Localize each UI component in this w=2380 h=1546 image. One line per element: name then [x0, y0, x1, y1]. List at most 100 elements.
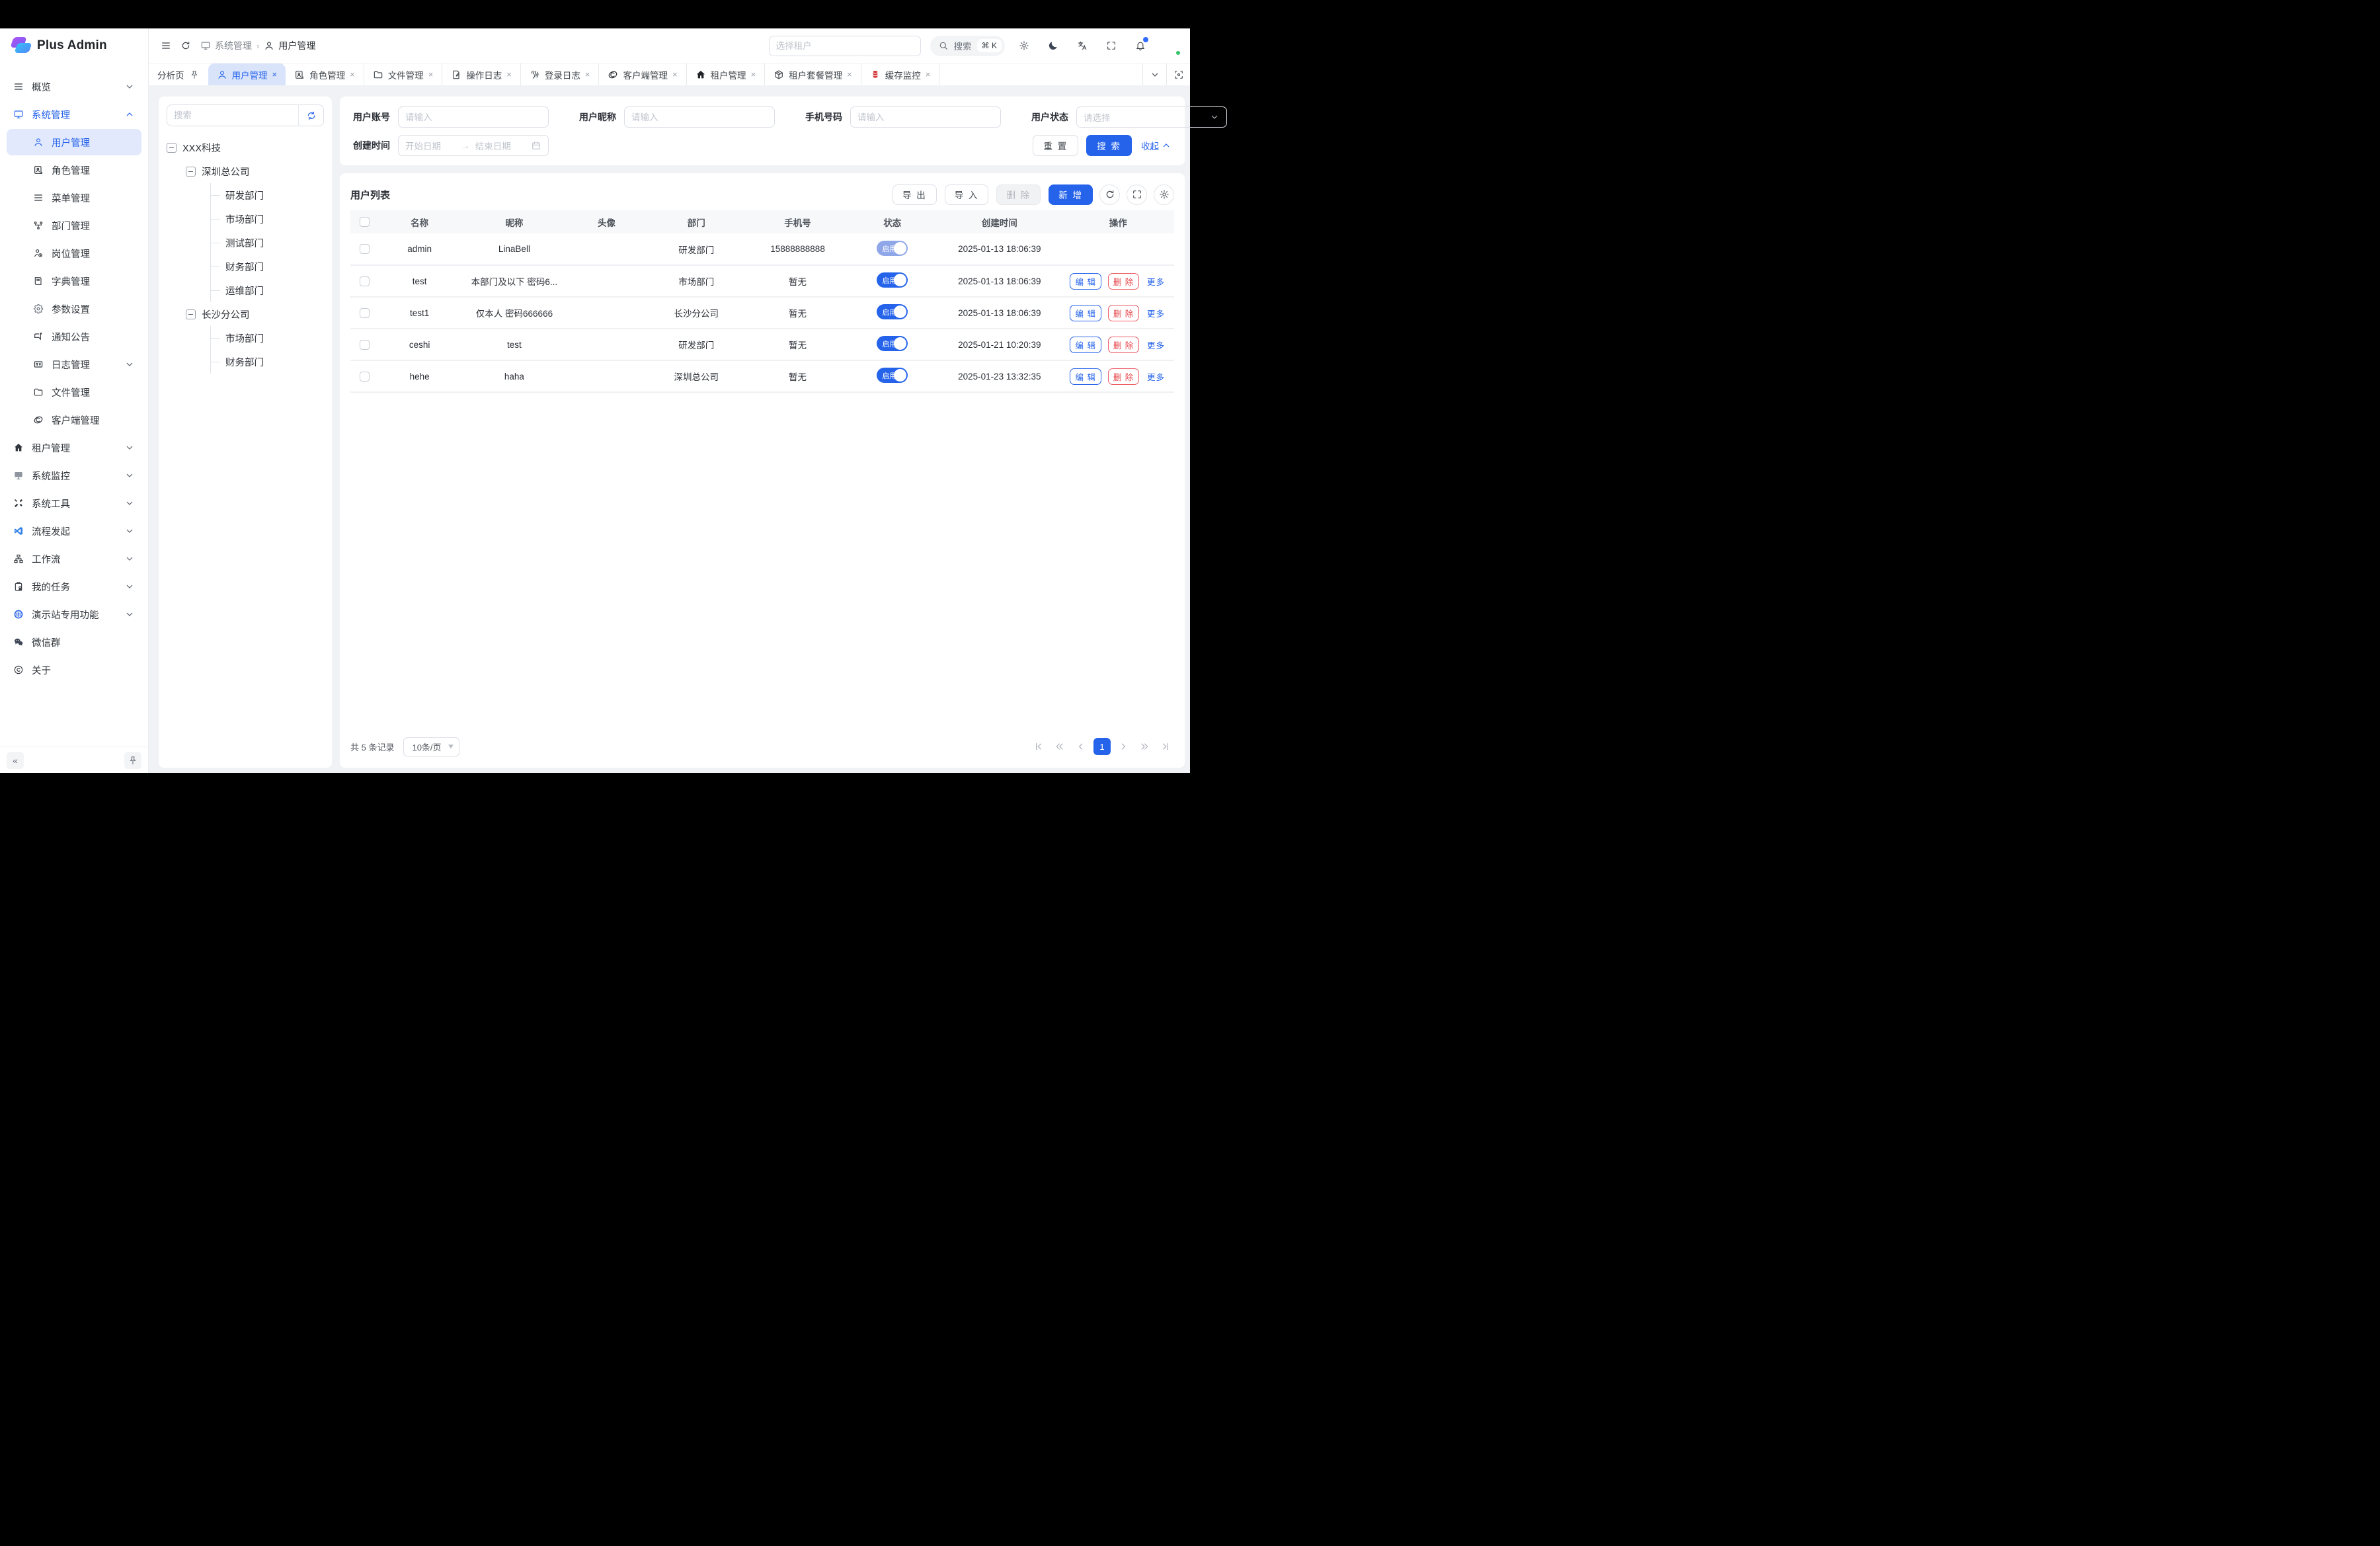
collapse-square-icon[interactable]: [186, 309, 196, 319]
tab-analysis[interactable]: 分析页: [149, 63, 208, 85]
more-button[interactable]: 更多: [1146, 305, 1166, 321]
tree-search-input[interactable]: [167, 105, 298, 126]
notifications-button[interactable]: [1130, 36, 1150, 56]
status-toggle[interactable]: 启用: [877, 336, 908, 351]
row-checkbox[interactable]: [360, 244, 370, 254]
sidebar-item-menu-mgmt[interactable]: 菜单管理: [7, 184, 141, 211]
delete-row-button[interactable]: 删 除: [1108, 337, 1139, 353]
next-page-button[interactable]: [1115, 738, 1132, 755]
tab-operation-log[interactable]: 操作日志 ×: [442, 63, 521, 85]
close-icon[interactable]: ×: [926, 69, 931, 79]
edit-button[interactable]: 编 辑: [1070, 368, 1101, 385]
close-icon[interactable]: ×: [506, 69, 512, 79]
tab-tenant-package-mgmt[interactable]: 租户套餐管理 ×: [765, 63, 861, 85]
row-checkbox[interactable]: [360, 340, 370, 350]
delete-row-button[interactable]: 删 除: [1108, 305, 1139, 321]
sidebar-item-workflow[interactable]: 工作流: [7, 546, 141, 572]
tab-cache-monitor[interactable]: 缓存监控 ×: [861, 63, 940, 85]
sidebar-item-system-monitor[interactable]: 系统监控: [7, 462, 141, 489]
sidebar-pin-button[interactable]: [124, 752, 141, 769]
tree-node-shenzhen-hq[interactable]: 深圳总公司: [186, 159, 324, 183]
global-search-button[interactable]: 搜索 ⌘ K: [930, 36, 1005, 56]
status-toggle[interactable]: 启用: [877, 272, 908, 288]
import-button[interactable]: 导 入: [945, 184, 989, 205]
delete-row-button[interactable]: 删 除: [1108, 273, 1139, 290]
page-size-select[interactable]: 10条/页: [403, 737, 459, 756]
tab-login-log[interactable]: 登录日志 ×: [521, 63, 600, 85]
delete-row-button[interactable]: 删 除: [1108, 368, 1139, 385]
tab-client-mgmt[interactable]: 客户端管理 ×: [599, 63, 686, 85]
settings-button[interactable]: [1014, 36, 1034, 56]
tree-node-company[interactable]: XXX科技: [167, 136, 324, 159]
close-icon[interactable]: ×: [585, 69, 590, 79]
dark-mode-button[interactable]: [1043, 36, 1063, 56]
prev-page-button[interactable]: [1072, 738, 1090, 755]
table-fullscreen-button[interactable]: [1127, 184, 1147, 205]
sidebar-item-overview[interactable]: 概览: [7, 73, 141, 100]
sidebar-item-file-mgmt[interactable]: 文件管理: [7, 379, 141, 405]
export-button[interactable]: 导 出: [892, 184, 937, 205]
sidebar-toggle-button[interactable]: [161, 40, 171, 51]
sidebar-item-dept-mgmt[interactable]: 部门管理: [7, 212, 141, 239]
status-select[interactable]: 请选择: [1076, 106, 1227, 128]
sidebar-item-param-settings[interactable]: 参数设置: [7, 296, 141, 322]
first-page-button[interactable]: [1030, 738, 1047, 755]
last-page-button[interactable]: [1157, 738, 1174, 755]
sidebar-item-system-mgmt[interactable]: 系统管理: [7, 101, 141, 128]
search-button[interactable]: 搜 索: [1086, 135, 1132, 156]
reset-button[interactable]: 重 置: [1033, 135, 1078, 156]
status-toggle[interactable]: 启用: [877, 368, 908, 383]
sidebar-item-log-mgmt[interactable]: 日志管理: [7, 351, 141, 378]
collapse-square-icon[interactable]: [186, 167, 196, 177]
jump-forward-button[interactable]: [1136, 738, 1153, 755]
close-icon[interactable]: ×: [428, 69, 434, 79]
sidebar-item-role-mgmt[interactable]: 角色管理: [7, 157, 141, 183]
sidebar-item-demo-features[interactable]: 演示站专用功能: [7, 601, 141, 628]
delete-button[interactable]: 删 除: [996, 184, 1041, 205]
sidebar-item-process-start[interactable]: 流程发起: [7, 518, 141, 544]
user-avatar[interactable]: [1161, 36, 1181, 56]
close-icon[interactable]: ×: [751, 69, 756, 79]
tree-node-finance-dept[interactable]: 财务部门: [211, 255, 324, 278]
collapse-square-icon[interactable]: [167, 143, 177, 153]
sidebar-item-client-mgmt[interactable]: 客户端管理: [7, 407, 141, 433]
table-refresh-button[interactable]: [1099, 184, 1120, 205]
breadcrumb-user-mgmt[interactable]: 用户管理: [264, 39, 315, 52]
row-checkbox[interactable]: [360, 276, 370, 286]
tree-node-finance-dept2[interactable]: 财务部门: [211, 350, 324, 374]
more-button[interactable]: 更多: [1146, 273, 1166, 290]
fullscreen-button[interactable]: [1101, 36, 1121, 56]
tab-tenant-mgmt[interactable]: 租户管理 ×: [687, 63, 766, 85]
jump-back-button[interactable]: [1051, 738, 1068, 755]
sidebar-item-my-tasks[interactable]: 我的任务: [7, 573, 141, 600]
tree-node-changsha-branch[interactable]: 长沙分公司: [186, 302, 324, 326]
tree-node-rd-dept[interactable]: 研发部门: [211, 183, 324, 207]
tree-refresh-button[interactable]: [298, 105, 323, 126]
tab-user-mgmt[interactable]: 用户管理 ×: [208, 63, 286, 85]
tree-node-market-dept[interactable]: 市场部门: [211, 207, 324, 231]
tree-node-market-dept2[interactable]: 市场部门: [211, 326, 324, 350]
tab-file-mgmt[interactable]: 文件管理 ×: [364, 63, 443, 85]
sidebar-item-user-mgmt[interactable]: 用户管理: [7, 129, 141, 155]
close-icon[interactable]: ×: [847, 69, 852, 79]
breadcrumb-system-mgmt[interactable]: 系统管理: [200, 39, 252, 52]
row-checkbox[interactable]: [360, 372, 370, 382]
refresh-page-button[interactable]: [180, 40, 191, 51]
phone-input[interactable]: [850, 106, 1001, 128]
edit-button[interactable]: 编 辑: [1070, 305, 1101, 321]
content-fullscreen-button[interactable]: [1166, 63, 1190, 85]
more-button[interactable]: 更多: [1146, 368, 1166, 385]
page-number-1[interactable]: 1: [1093, 738, 1111, 755]
collapse-filters-link[interactable]: 收起: [1141, 139, 1171, 152]
sidebar-item-system-tools[interactable]: 系统工具: [7, 490, 141, 516]
status-toggle[interactable]: 启用: [877, 304, 908, 319]
more-button[interactable]: 更多: [1146, 337, 1166, 353]
sidebar-collapse-button[interactable]: «: [7, 752, 24, 769]
select-all-checkbox[interactable]: [360, 217, 370, 227]
sidebar-item-notice[interactable]: 通知公告: [7, 323, 141, 350]
account-input[interactable]: [398, 106, 549, 128]
tab-role-mgmt[interactable]: 角色管理 ×: [286, 63, 364, 85]
sidebar-item-post-mgmt[interactable]: 岗位管理: [7, 240, 141, 266]
close-icon[interactable]: ×: [272, 69, 278, 79]
tree-node-ops-dept[interactable]: 运维部门: [211, 278, 324, 302]
